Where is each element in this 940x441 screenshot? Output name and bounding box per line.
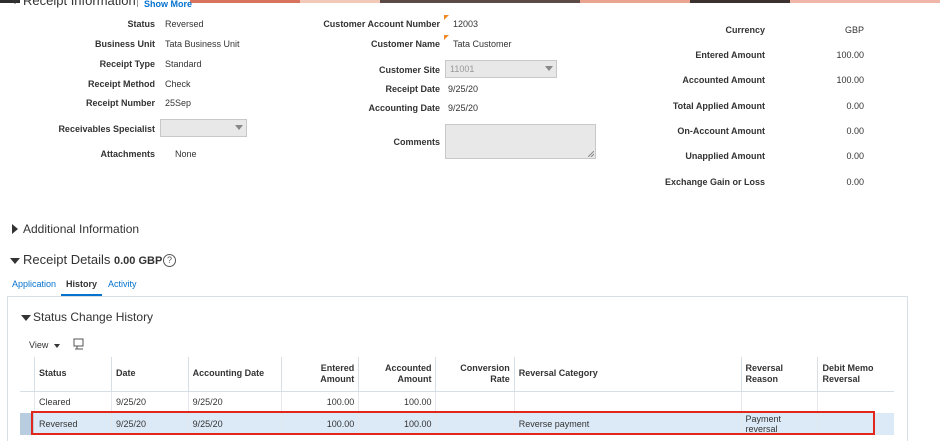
receipt-method-value: Check — [165, 79, 191, 89]
chevron-down-icon — [545, 66, 553, 71]
business-unit-label: Business Unit — [94, 39, 155, 49]
unapplied-amount-label: Unapplied Amount — [685, 151, 765, 161]
detach-icon[interactable] — [73, 338, 85, 350]
cell-date: 9/25/20 — [110, 391, 189, 413]
tab-history[interactable]: History — [66, 279, 97, 289]
table-header-row: Status Date Accounting Date Entered Amou… — [20, 357, 894, 392]
view-menu[interactable]: View — [29, 340, 60, 350]
expand-icon[interactable] — [12, 224, 18, 234]
highlight-box — [31, 411, 875, 435]
customer-site-label: Customer Site — [378, 65, 440, 75]
row-header-cell[interactable] — [20, 391, 35, 413]
chevron-down-icon — [235, 125, 243, 130]
row-header-column — [20, 357, 35, 392]
customer-site-value: 11001 — [450, 64, 475, 74]
receipt-date-label: Receipt Date — [385, 84, 440, 94]
customer-site-select[interactable]: 11001 — [445, 60, 557, 78]
column-header-accounted-amount[interactable]: Accounted Amount — [358, 357, 436, 392]
attachments-value[interactable]: None — [175, 149, 197, 159]
entered-amount-label: Entered Amount — [695, 50, 765, 60]
receipt-type-value: Standard — [165, 59, 202, 69]
receivables-specialist-label: Receivables Specialist — [58, 124, 155, 134]
receipt-details-amount: 0.00 GBP — [114, 255, 163, 267]
accounted-amount-label: Accounted Amount — [682, 75, 765, 85]
entered-amount-value: 100.00 — [836, 50, 864, 60]
additional-information-title[interactable]: Additional Information — [23, 222, 139, 236]
on-account-amount-value: 0.00 — [846, 126, 864, 136]
title-separator — [137, 0, 138, 7]
cell-entered-amount: 100.00 — [281, 391, 359, 413]
receipt-number-label: Receipt Number — [85, 98, 155, 108]
receipt-method-label: Receipt Method — [87, 79, 155, 89]
cell-accounting-date: 9/25/20 — [187, 391, 282, 413]
table-row[interactable]: Cleared 9/25/20 9/25/20 100.00 100.00 — [20, 391, 894, 413]
cell-debit-memo-reversal — [817, 391, 894, 413]
column-header-reversal-category[interactable]: Reversal Category — [513, 357, 742, 392]
column-header-date[interactable]: Date — [110, 357, 189, 392]
receivables-specialist-select[interactable] — [160, 119, 247, 137]
exchange-gain-loss-value: 0.00 — [846, 177, 864, 187]
cell-reversal-reason — [740, 391, 818, 413]
cell-reversal-category — [513, 391, 742, 413]
cell-status: Cleared — [34, 391, 112, 413]
currency-value: GBP — [844, 25, 864, 35]
collapse-icon[interactable] — [10, 0, 20, 4]
accounted-amount-value: 100.00 — [836, 75, 864, 85]
comments-label: Comments — [393, 137, 440, 147]
total-applied-amount-label: Total Applied Amount — [672, 101, 765, 111]
exchange-gain-loss-label: Exchange Gain or Loss — [664, 177, 765, 187]
customer-account-number-label: Customer Account Number — [323, 19, 440, 29]
accounting-date-value: 9/25/20 — [448, 103, 479, 113]
cell-conversion-rate — [435, 391, 515, 413]
column-header-debit-memo-reversal[interactable]: Debit Memo Reversal — [817, 357, 894, 392]
required-flag-icon — [444, 15, 449, 20]
show-more-link[interactable]: Show More — [144, 0, 192, 9]
header-banner-strip — [0, 0, 940, 3]
status-value: Reversed — [165, 19, 204, 29]
resize-handle-icon[interactable] — [588, 151, 594, 157]
column-header-accounting-date[interactable]: Accounting Date — [187, 357, 282, 392]
required-flag-icon — [444, 35, 449, 40]
receipt-details-title: Receipt Details — [23, 252, 111, 267]
customer-name-label: Customer Name — [370, 39, 440, 49]
cell-accounted-amount: 100.00 — [358, 391, 436, 413]
unapplied-amount-value: 0.00 — [846, 151, 864, 161]
receipt-date-value: 9/25/20 — [448, 84, 479, 94]
currency-label: Currency — [725, 25, 765, 35]
receipt-type-label: Receipt Type — [99, 59, 155, 69]
column-header-status[interactable]: Status — [34, 357, 112, 392]
chevron-down-icon — [53, 343, 60, 348]
status-label: Status — [127, 19, 155, 29]
help-icon[interactable]: ? — [163, 254, 176, 267]
tab-activity[interactable]: Activity — [108, 279, 137, 289]
total-applied-amount-value: 0.00 — [846, 101, 864, 111]
column-header-entered-amount[interactable]: Entered Amount — [281, 357, 359, 392]
tab-application[interactable]: Application — [12, 279, 56, 289]
business-unit-value: Tata Business Unit — [165, 39, 240, 49]
attachments-label: Attachments — [100, 149, 155, 159]
status-change-history-title: Status Change History — [33, 310, 154, 324]
receipt-information-title: Receipt Information — [23, 0, 136, 8]
customer-account-number-value: 12003 — [453, 19, 479, 29]
customer-name-value: Tata Customer — [453, 39, 512, 49]
collapse-icon[interactable] — [10, 258, 20, 264]
accounting-date-label: Accounting Date — [368, 103, 440, 113]
on-account-amount-label: On-Account Amount — [677, 126, 765, 136]
view-menu-label: View — [29, 340, 49, 350]
collapse-icon[interactable] — [21, 315, 31, 321]
comments-textarea[interactable] — [445, 124, 596, 159]
receipt-number-value: 25Sep — [165, 98, 192, 108]
column-header-reversal-reason[interactable]: Reversal Reason — [740, 357, 818, 392]
column-header-conversion-rate[interactable]: Conversion Rate — [435, 357, 515, 392]
